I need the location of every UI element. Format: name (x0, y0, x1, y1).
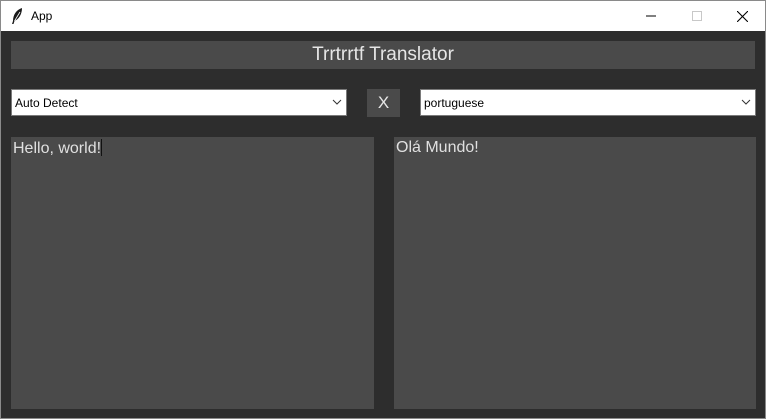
input-text: Hello, world! (13, 140, 102, 157)
title-bar[interactable]: App (1, 1, 765, 31)
maximize-button[interactable] (674, 1, 720, 31)
close-icon (736, 10, 748, 22)
feather-icon (12, 8, 22, 24)
app-window: App Trrtrrtf Translator Auto Detect X po… (0, 0, 766, 419)
window-title: App (31, 9, 53, 23)
close-button[interactable] (719, 1, 765, 31)
target-language-value: portuguese (424, 95, 485, 110)
app-header-title: Trrtrrtf Translator (11, 41, 755, 69)
text-caret (101, 139, 103, 156)
maximize-icon (692, 11, 702, 21)
minimize-icon (646, 15, 656, 17)
output-text: Olá Mundo! (396, 139, 479, 156)
source-language-value: Auto Detect (15, 95, 78, 110)
target-language-select[interactable]: portuguese (420, 89, 756, 116)
input-textarea[interactable]: Hello, world! (11, 137, 374, 409)
output-textarea[interactable]: Olá Mundo! (394, 137, 756, 409)
swap-languages-button[interactable]: X (367, 89, 400, 117)
source-language-select[interactable]: Auto Detect (11, 89, 347, 116)
chevron-down-icon (332, 99, 342, 105)
chevron-down-icon (741, 99, 751, 105)
minimize-button[interactable] (628, 1, 674, 31)
